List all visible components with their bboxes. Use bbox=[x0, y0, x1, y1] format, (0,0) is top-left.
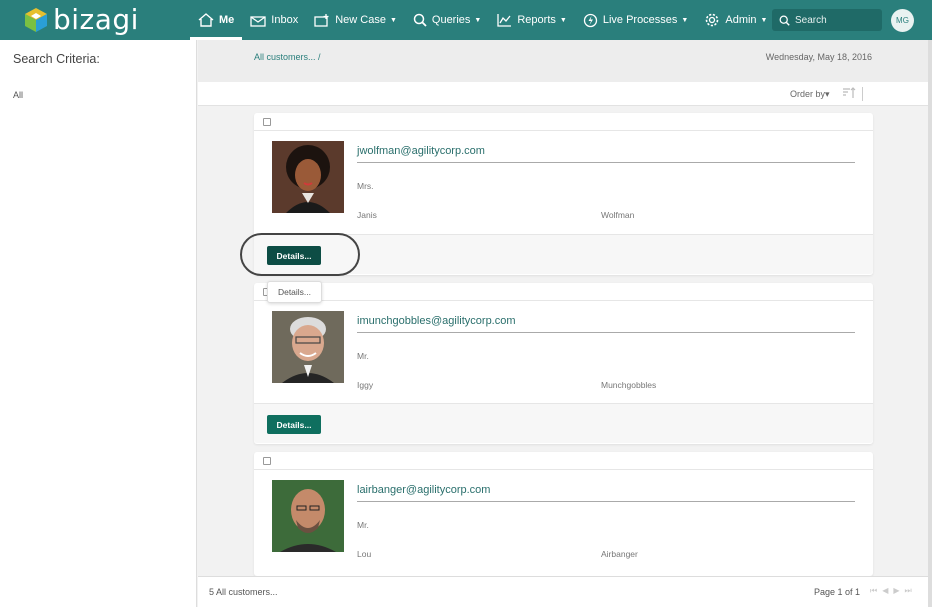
next-page-icon[interactable]: ▶ bbox=[893, 586, 899, 596]
nav-reports-label: Reports bbox=[517, 14, 556, 26]
nav-inbox[interactable]: Inbox bbox=[242, 0, 306, 40]
card-body: jwolfman@agilitycorp.com Mrs. Janis Wolf… bbox=[254, 131, 873, 234]
chart-icon bbox=[497, 14, 512, 27]
user-avatar[interactable]: MG bbox=[891, 9, 914, 32]
customer-photo bbox=[272, 311, 344, 383]
sidebar: Search Criteria: All bbox=[0, 40, 197, 607]
customer-email[interactable]: jwolfman@agilitycorp.com bbox=[357, 145, 485, 157]
search-input[interactable] bbox=[795, 14, 879, 26]
order-by-dropdown[interactable]: Order by▾ bbox=[790, 89, 830, 100]
search-criteria-title: Search Criteria: bbox=[13, 52, 100, 66]
sort-icon[interactable] bbox=[842, 87, 856, 99]
card-header bbox=[254, 283, 873, 301]
customer-title: Mr. bbox=[357, 520, 369, 530]
caret-down-icon: ▼ bbox=[474, 16, 482, 24]
caret-down-icon: ▼ bbox=[681, 16, 689, 24]
customer-first-name: Janis bbox=[357, 210, 377, 220]
first-page-icon[interactable]: ⏮ bbox=[870, 586, 877, 596]
prev-page-icon[interactable]: ◀ bbox=[882, 586, 888, 596]
bizagi-logo[interactable]: bizagi bbox=[25, 5, 139, 35]
email-underline bbox=[357, 501, 855, 502]
home-icon bbox=[198, 13, 214, 27]
nav-me[interactable]: Me bbox=[190, 0, 243, 40]
card-body: imunchgobbles@agilitycorp.com Mr. Iggy M… bbox=[254, 301, 873, 403]
caret-down-icon: ▼ bbox=[760, 16, 768, 24]
caret-down-icon: ▼ bbox=[559, 16, 567, 24]
customer-last-name: Airbanger bbox=[601, 549, 638, 559]
nav-queries-label: Queries bbox=[431, 14, 471, 26]
nav-admin[interactable]: Admin ▼ bbox=[696, 0, 775, 40]
card-header bbox=[254, 452, 873, 470]
breadcrumb-bar: All customers... / Wednesday, May 18, 20… bbox=[198, 40, 932, 82]
highlight-ring bbox=[240, 233, 360, 276]
customer-card: imunchgobbles@agilitycorp.com Mr. Iggy M… bbox=[254, 283, 873, 444]
nav-admin-label: Admin bbox=[725, 14, 757, 26]
email-underline bbox=[357, 332, 855, 333]
current-date: Wednesday, May 18, 2016 bbox=[765, 52, 872, 62]
criteria-all-link[interactable]: All bbox=[13, 90, 23, 100]
customer-email[interactable]: lairbanger@agilitycorp.com bbox=[357, 484, 490, 496]
customer-photo bbox=[272, 141, 344, 213]
customer-card: lairbanger@agilitycorp.com Mr. Lou Airba… bbox=[254, 452, 873, 576]
record-count: 5 All customers... bbox=[209, 587, 278, 597]
customer-title: Mrs. bbox=[357, 181, 374, 191]
top-navigation-bar: bizagi Me Inbox New Case ▼ Queries ▼ Repor… bbox=[0, 0, 932, 40]
details-tooltip: Details... bbox=[267, 281, 322, 303]
customer-last-name: Munchgobbles bbox=[601, 380, 657, 390]
customer-email[interactable]: imunchgobbles@agilitycorp.com bbox=[357, 315, 516, 327]
select-checkbox[interactable] bbox=[263, 118, 271, 126]
list-footer: 5 All customers... Page 1 of 1 ⏮ ◀ ▶ ⏭ bbox=[198, 576, 932, 607]
nav-new-case[interactable]: New Case ▼ bbox=[306, 0, 405, 40]
card-header bbox=[254, 113, 873, 131]
inbox-icon bbox=[250, 15, 266, 27]
select-checkbox[interactable] bbox=[263, 457, 271, 465]
customer-last-name: Wolfman bbox=[601, 210, 635, 220]
nav-inbox-label: Inbox bbox=[271, 14, 299, 26]
customer-first-name: Iggy bbox=[357, 380, 374, 390]
pagination-controls: ⏮ ◀ ▶ ⏭ bbox=[870, 586, 912, 596]
search-icon bbox=[779, 15, 790, 26]
email-underline bbox=[357, 162, 855, 163]
main-nav: Me Inbox New Case ▼ Queries ▼ Reports ▼ Liv… bbox=[190, 0, 775, 40]
logo-cube-icon bbox=[25, 8, 47, 32]
customer-photo bbox=[272, 480, 344, 552]
scrollbar-track[interactable] bbox=[928, 40, 932, 607]
nav-reports[interactable]: Reports ▼ bbox=[489, 0, 574, 40]
gear-icon bbox=[706, 13, 719, 27]
nav-me-label: Me bbox=[219, 14, 235, 26]
lightning-icon bbox=[583, 13, 597, 27]
search-box[interactable] bbox=[772, 9, 882, 31]
details-button[interactable]: Details... bbox=[267, 415, 321, 434]
new-case-icon bbox=[314, 14, 329, 27]
page-indicator: Page 1 of 1 bbox=[814, 587, 861, 597]
nav-new-case-label: New Case bbox=[335, 14, 386, 26]
card-footer: Details... bbox=[254, 403, 873, 443]
caret-down-icon: ▼ bbox=[389, 16, 397, 24]
breadcrumb[interactable]: All customers... / bbox=[254, 52, 321, 62]
customer-first-name: Lou bbox=[357, 549, 372, 559]
customer-title: Mr. bbox=[357, 351, 369, 361]
logo-text: bizagi bbox=[53, 3, 139, 36]
card-body: lairbanger@agilitycorp.com Mr. Lou Airba… bbox=[254, 470, 873, 576]
last-page-icon[interactable]: ⏭ bbox=[905, 586, 912, 596]
search-icon bbox=[413, 13, 427, 27]
order-bar: Order by▾ bbox=[198, 82, 932, 106]
nav-live-processes-label: Live Processes bbox=[602, 14, 678, 26]
divider bbox=[862, 87, 863, 101]
nav-live-processes[interactable]: Live Processes ▼ bbox=[575, 0, 697, 40]
nav-queries[interactable]: Queries ▼ bbox=[405, 0, 489, 40]
